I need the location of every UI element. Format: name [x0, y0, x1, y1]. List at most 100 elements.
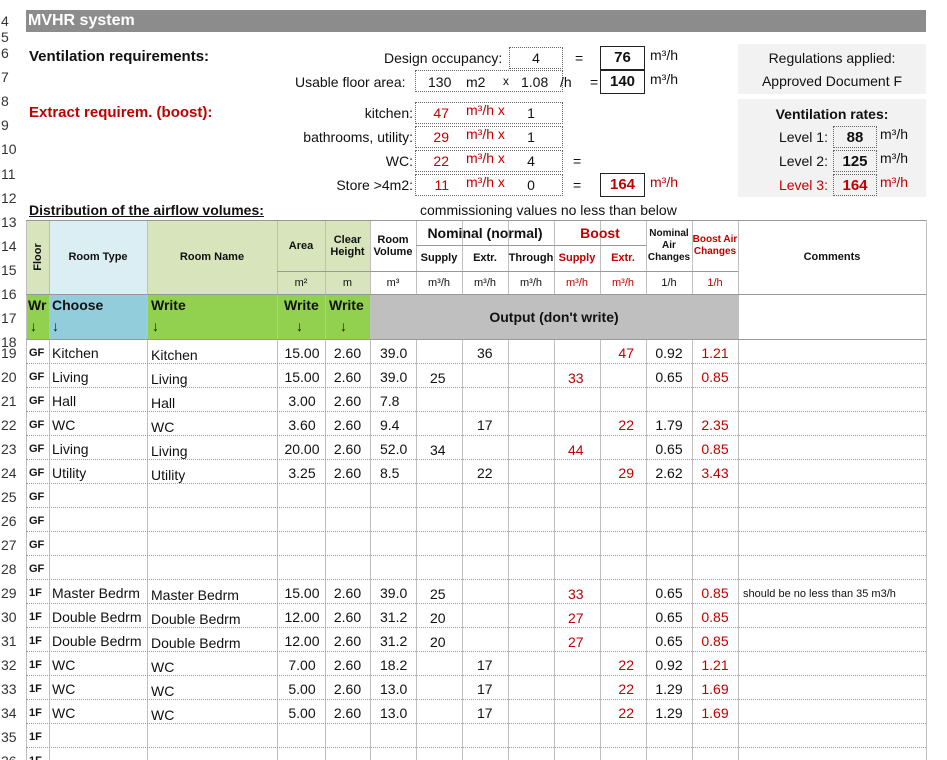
- floor-cell[interactable]: GF: [29, 443, 44, 455]
- extract-rate-input[interactable]: 29: [415, 129, 449, 145]
- area-cell[interactable]: 3.25: [277, 465, 327, 481]
- extract-rate-input[interactable]: 11: [415, 177, 449, 193]
- room-type-cell[interactable]: WC: [52, 681, 148, 697]
- room-type-cell[interactable]: WC: [52, 417, 148, 433]
- area-cell[interactable]: 5.00: [277, 705, 327, 721]
- floor-cell[interactable]: 1F: [29, 587, 42, 599]
- height-cell[interactable]: 2.60: [325, 417, 370, 433]
- design-occupancy-input[interactable]: 4: [509, 50, 563, 66]
- comment-cell[interactable]: should be no less than 35 m3/h: [743, 588, 896, 600]
- extract-count-input[interactable]: 0: [510, 177, 552, 193]
- room-name-cell[interactable]: Master Bedrm: [151, 587, 239, 603]
- floor-cell[interactable]: 1F: [29, 731, 42, 743]
- room-type-cell[interactable]: WC: [52, 705, 148, 721]
- row-number: 21: [1, 393, 17, 409]
- area-cell[interactable]: 12.00: [277, 609, 327, 625]
- room-name-cell[interactable]: Hall: [151, 395, 175, 411]
- height-cell[interactable]: 2.60: [325, 345, 370, 361]
- room-name-cell[interactable]: Double Bedrm: [151, 611, 241, 627]
- row-number: 17: [1, 310, 17, 327]
- room-type-cell[interactable]: Master Bedrm: [52, 585, 148, 601]
- height-cell[interactable]: 2.60: [325, 441, 370, 457]
- unit-volume: m³: [386, 277, 400, 289]
- room-type-cell[interactable]: Double Bedrm: [52, 609, 148, 625]
- clear-height-header: Clear Height: [330, 234, 365, 258]
- room-name-cell[interactable]: Living: [151, 443, 188, 459]
- floor-cell[interactable]: 1F: [29, 611, 42, 623]
- extr-header: Extr.: [473, 252, 497, 264]
- comments-header: Comments: [803, 251, 861, 263]
- boost-extract-cell: 22: [618, 681, 634, 697]
- room-type-cell[interactable]: Double Bedrm: [52, 633, 148, 649]
- height-cell[interactable]: 2.60: [325, 465, 370, 481]
- nominal-ac-cell: 1.29: [655, 705, 683, 721]
- floor-cell[interactable]: GF: [29, 371, 44, 383]
- height-cell[interactable]: 2.60: [325, 369, 370, 385]
- height-cell[interactable]: 2.60: [325, 657, 370, 673]
- height-cell[interactable]: 2.60: [325, 705, 370, 721]
- factor-input[interactable]: 1.08: [521, 74, 548, 90]
- floor-cell[interactable]: GF: [29, 539, 44, 551]
- row-number: 34: [1, 705, 17, 721]
- row-divider: [26, 531, 926, 532]
- room-type-cell[interactable]: WC: [52, 657, 148, 673]
- room-name-cell[interactable]: WC: [151, 683, 174, 699]
- room-type-cell[interactable]: Living: [52, 441, 148, 457]
- unit-supply: m³/h: [428, 277, 450, 289]
- area-cell[interactable]: 15.00: [277, 345, 327, 361]
- room-type-cell[interactable]: Kitchen: [52, 345, 148, 361]
- extract-count-input[interactable]: 1: [510, 105, 552, 121]
- usable-floor-input[interactable]: 130: [428, 74, 451, 90]
- boost-ac-cell: 0.85: [701, 609, 729, 625]
- ventilation-label: Ventilation requirements:: [29, 48, 210, 65]
- floor-cell[interactable]: 1F: [29, 635, 42, 647]
- boost-supply-cell: 33: [568, 586, 584, 602]
- room-name-cell[interactable]: WC: [151, 419, 174, 435]
- floor-cell[interactable]: 1F: [29, 659, 42, 671]
- write-label-area: Write: [284, 297, 319, 313]
- extract-count-input[interactable]: 4: [510, 153, 552, 169]
- room-name-cell[interactable]: Double Bedrm: [151, 635, 241, 651]
- height-cell[interactable]: 2.60: [325, 609, 370, 625]
- floor-cell[interactable]: GF: [29, 563, 44, 575]
- floor-cell[interactable]: 1F: [29, 755, 42, 760]
- extract-rate-input[interactable]: 22: [415, 153, 449, 169]
- area-cell[interactable]: 5.00: [277, 681, 327, 697]
- height-cell[interactable]: 2.60: [325, 585, 370, 601]
- height-cell[interactable]: 2.60: [325, 633, 370, 649]
- floor-cell[interactable]: GF: [29, 491, 44, 503]
- room-name-cell[interactable]: Kitchen: [151, 347, 198, 363]
- room-type-cell[interactable]: Utility: [52, 465, 148, 481]
- floor-cell[interactable]: 1F: [29, 683, 42, 695]
- rate-level-label: Level 1:: [778, 129, 828, 145]
- area-cell[interactable]: 3.00: [277, 393, 327, 409]
- nominal-ac-cell: 1.79: [655, 417, 683, 433]
- extract-count-input[interactable]: 1: [510, 129, 552, 145]
- room-name-cell[interactable]: WC: [151, 707, 174, 723]
- area-cell[interactable]: 20.00: [277, 441, 327, 457]
- area-cell[interactable]: 15.00: [277, 585, 327, 601]
- room-name-cell[interactable]: WC: [151, 659, 174, 675]
- floor-cell[interactable]: GF: [29, 395, 44, 407]
- equals-sign: =: [573, 153, 582, 169]
- room-name-cell[interactable]: Utility: [151, 467, 185, 483]
- nominal-ac-cell: 2.62: [655, 465, 683, 481]
- floor-cell[interactable]: 1F: [29, 707, 42, 719]
- floor-cell[interactable]: GF: [29, 347, 44, 359]
- sheet-title[interactable]: MVHR system: [26, 10, 926, 32]
- area-cell[interactable]: 15.00: [277, 369, 327, 385]
- room-type-cell[interactable]: Living: [52, 369, 148, 385]
- area-cell[interactable]: 12.00: [277, 633, 327, 649]
- arrow-down-icon: ↓: [296, 318, 303, 334]
- room-name-cell[interactable]: Living: [151, 371, 188, 387]
- row-number: 29: [1, 585, 17, 601]
- area-cell[interactable]: 7.00: [277, 657, 327, 673]
- room-type-cell[interactable]: Hall: [52, 393, 148, 409]
- floor-cell[interactable]: GF: [29, 515, 44, 527]
- floor-cell[interactable]: GF: [29, 419, 44, 431]
- extract-rate-input[interactable]: 47: [415, 105, 449, 121]
- area-cell[interactable]: 3.60: [277, 417, 327, 433]
- height-cell[interactable]: 2.60: [325, 681, 370, 697]
- floor-cell[interactable]: GF: [29, 467, 44, 479]
- height-cell[interactable]: 2.60: [325, 393, 370, 409]
